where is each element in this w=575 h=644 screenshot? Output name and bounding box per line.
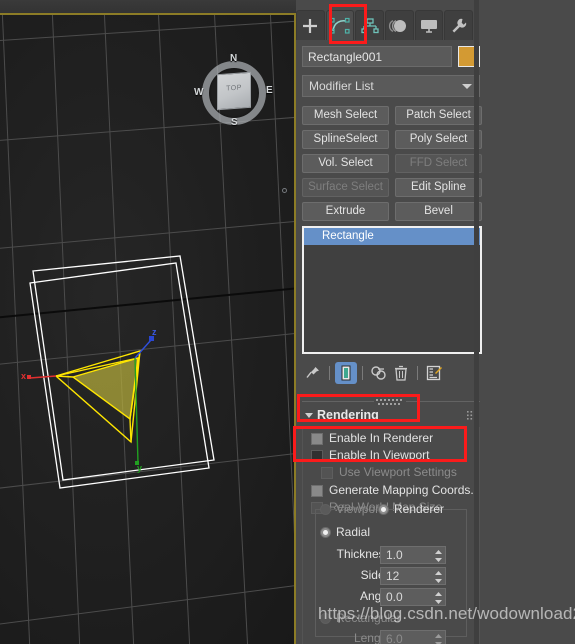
command-panel: Rectangle001 Modifier List Mesh Select P… [296, 0, 575, 644]
configure-modifier-sets-icon[interactable] [423, 362, 445, 384]
spinner-length: Length: 6.0 [318, 630, 464, 644]
show-end-result-icon[interactable] [335, 362, 357, 384]
chevron-down-icon [462, 84, 472, 89]
radio-label-renderer: Renderer [394, 502, 445, 516]
checkbox-box [321, 467, 333, 479]
plus-icon [303, 18, 318, 33]
radio-viewport [320, 504, 331, 515]
modifier-button-ffd-select: FFD Select [395, 154, 482, 173]
modifier-button-vol-select[interactable]: Vol. Select [302, 154, 389, 173]
spinner-value[interactable]: 12 [380, 567, 446, 585]
rendering-header-highlight [297, 394, 420, 422]
object-name-input[interactable]: Rectangle001 [302, 46, 452, 67]
compass-label-east[interactable]: E [266, 85, 273, 96]
modifier-button-bevel[interactable]: Bevel [395, 202, 482, 221]
modifier-button-patch-select[interactable]: Patch Select [395, 106, 482, 125]
spinner-arrows-icon[interactable] [434, 549, 443, 563]
axis-label-z: z [152, 327, 157, 337]
pin-icon [306, 367, 319, 378]
spinner-thickness[interactable]: Thickness: 1.0 [318, 546, 464, 564]
object-name-row: Rectangle001 [302, 46, 480, 67]
modifier-button-poly-select[interactable]: Poly Select [395, 130, 482, 149]
monitor-icon [421, 19, 438, 33]
app-root: x y z TOP N S W E Rectangle001 Modifier … [0, 0, 575, 644]
viewport-scene[interactable]: x y z TOP N S W E [0, 13, 296, 644]
active-viewport-border-top [0, 13, 296, 15]
modifier-button-extrude[interactable]: Extrude [302, 202, 389, 221]
spinner-arrows-icon[interactable] [434, 591, 443, 605]
compass-label-west[interactable]: W [194, 87, 203, 98]
modifier-button-mesh-select[interactable]: Mesh Select [302, 106, 389, 125]
modify-tab-highlight [329, 4, 367, 44]
wrench-icon [452, 18, 466, 32]
checkbox-label: Generate Mapping Coords. [329, 483, 474, 497]
checkbox-box[interactable] [311, 485, 323, 497]
modifier-button-spline-select[interactable]: SplineSelect [302, 130, 389, 149]
viewport-marker-dot [282, 188, 287, 193]
axis-label-y: y [137, 463, 143, 473]
spinner-arrows-icon [435, 634, 442, 644]
spinner-value[interactable]: 1.0 [380, 546, 446, 564]
spinner-sides[interactable]: Sides: 12 [318, 567, 464, 585]
view-cube-face[interactable]: TOP [217, 71, 251, 111]
create-tab[interactable] [296, 10, 325, 40]
modifier-button-set: Mesh Select Patch Select SplineSelect Po… [302, 106, 482, 221]
toolbar-divider [417, 366, 418, 380]
active-viewport-border-right [294, 13, 296, 644]
modifier-stack-toolbar [302, 360, 482, 386]
utilities-tab[interactable] [444, 10, 474, 40]
spinner-arrows-icon[interactable] [434, 570, 443, 584]
unique-icon [371, 366, 386, 380]
modifier-list-label: Modifier List [309, 79, 374, 93]
make-unique-icon[interactable] [368, 362, 390, 384]
display-tab[interactable] [414, 10, 444, 40]
spinner-value: 6.0 [380, 630, 446, 644]
motion-tab[interactable] [385, 10, 414, 40]
viewport-top[interactable]: x y z TOP N S W E [0, 0, 296, 644]
trash-icon [395, 365, 407, 381]
end-result-icon [341, 365, 351, 381]
command-panel-tabs [296, 8, 474, 40]
radio-radial[interactable] [320, 527, 331, 538]
radio-label-radial: Radial [336, 525, 371, 539]
axis-label-x: x [21, 371, 27, 381]
compass-label-north[interactable]: N [230, 53, 237, 64]
watermark-text: https://blog.csdn.net/wodownload2 [318, 604, 575, 623]
enable-checkboxes-highlight [293, 426, 467, 462]
viewport-titlebar [0, 0, 296, 13]
motion-circle-icon [389, 19, 407, 32]
checkbox-label: Use Viewport Settings [339, 465, 457, 479]
radio-renderer[interactable] [378, 504, 389, 515]
modifier-button-edit-spline[interactable]: Edit Spline [395, 178, 482, 197]
modifier-stack-list[interactable]: Rectangle [302, 226, 482, 354]
toolbar-divider [362, 366, 363, 380]
command-panel-column: Rectangle001 Modifier List Mesh Select P… [296, 0, 482, 644]
remove-modifier-icon[interactable] [390, 362, 412, 384]
modifier-list-dropdown[interactable]: Modifier List [302, 75, 480, 97]
compass-label-south[interactable]: S [231, 117, 238, 128]
modifier-button-surface-select: Surface Select [302, 178, 389, 197]
configure-sets-icon [426, 365, 442, 381]
toolbar-divider [329, 366, 330, 380]
radio-label-viewport: Viewport [336, 502, 383, 516]
pin-stack-icon[interactable] [302, 362, 324, 384]
command-panel-scrollbar[interactable] [474, 0, 479, 644]
view-cube[interactable]: TOP N S W E [194, 53, 273, 131]
view-cube-face-label: TOP [226, 84, 242, 93]
modifier-stack-item-rectangle[interactable]: Rectangle [304, 228, 480, 245]
